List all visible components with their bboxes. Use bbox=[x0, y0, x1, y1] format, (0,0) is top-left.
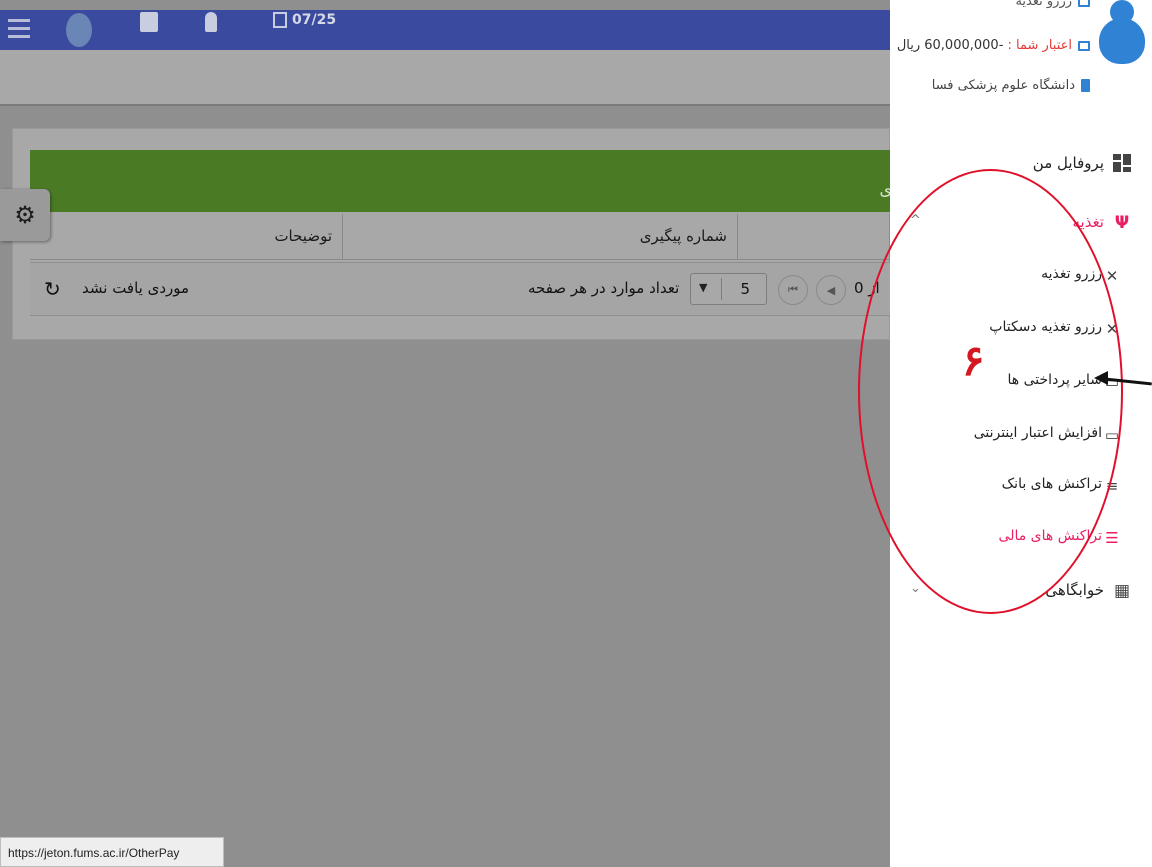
sidebar-item-online-credit[interactable]: ▭ افزایش اعتبار اینترنتی bbox=[890, 419, 1152, 451]
first-page-button[interactable]: ⏮ bbox=[778, 275, 808, 305]
table-title-bar: ی bbox=[30, 150, 890, 212]
chevron-down-icon: ▼ bbox=[699, 281, 708, 294]
chevron-down-icon: ⌄ bbox=[910, 581, 921, 596]
user-avatar-icon[interactable] bbox=[66, 13, 92, 47]
sidebar-item-other-payments[interactable]: ▭ سایر پرداختی ها bbox=[890, 366, 1152, 398]
annotation-number: ۶ bbox=[962, 336, 985, 385]
dashboard-icon bbox=[1112, 154, 1132, 174]
list-icon: ☰ bbox=[1105, 529, 1119, 547]
utensils-icon: ✕ bbox=[1105, 320, 1119, 338]
top-bar: 07/25 bbox=[0, 10, 890, 50]
id-card-icon bbox=[1078, 0, 1090, 7]
list-icon: ≡ bbox=[1105, 477, 1119, 495]
sidebar-item-food-reserve[interactable]: ✕ رزرو تغذیه bbox=[890, 260, 1152, 292]
user-university-row: دانشگاه علوم پزشکی فسا bbox=[932, 78, 1090, 93]
bell-icon[interactable] bbox=[205, 12, 217, 32]
annotation-arrow-head bbox=[1094, 371, 1108, 385]
status-url: https://jeton.fums.ac.ir/OtherPay bbox=[0, 837, 224, 867]
column-header-description[interactable]: توضیحات bbox=[30, 214, 343, 260]
user-name-row: رزرو تغذیه bbox=[1015, 0, 1090, 9]
sidebar-item-financial-transactions[interactable]: ☰ تراکنش های مالی bbox=[890, 522, 1152, 554]
previous-page-button[interactable]: ◀ bbox=[816, 275, 846, 305]
chevron-up-icon: ^ bbox=[910, 213, 921, 228]
calendar-icon[interactable] bbox=[273, 12, 287, 28]
column-header-other[interactable] bbox=[738, 214, 890, 260]
per-page-select[interactable]: ▼ 5 bbox=[690, 273, 767, 305]
chat-icon[interactable] bbox=[140, 12, 158, 32]
sidebar: رزرو تغذیه اعتبار شما : -60,000,000 ریال… bbox=[890, 0, 1152, 867]
building-icon: ▦ bbox=[1113, 581, 1131, 601]
card-icon bbox=[1078, 40, 1090, 51]
table-title: ی bbox=[879, 180, 890, 199]
user-credit-row: اعتبار شما : -60,000,000 ریال bbox=[897, 38, 1090, 53]
main-content: 07/25 ی توضیحات شماره پیگیری ↻ موردی یاف… bbox=[0, 0, 890, 867]
settings-gear-button[interactable]: ⚙ bbox=[0, 189, 50, 241]
page-count-text: از 0 bbox=[854, 279, 880, 297]
table-pager: ↻ موردی یافت نشد تعداد موارد در هر صفحه … bbox=[30, 262, 890, 316]
sub-header-bar bbox=[0, 50, 890, 106]
sidebar-item-profile[interactable]: پروفایل من bbox=[890, 148, 1152, 180]
date-display: 07/25 bbox=[292, 12, 337, 28]
sidebar-item-nutrition[interactable]: Ψ تغذیه ^ bbox=[890, 207, 1152, 239]
card-icon: ▭ bbox=[1104, 426, 1120, 444]
sidebar-item-dormitory[interactable]: ▦ خوابگاهی ⌄ bbox=[890, 575, 1152, 607]
hamburger-menu-icon[interactable] bbox=[8, 19, 30, 39]
sidebar-item-desktop-reserve[interactable]: ✕ رزرو تغذیه دسکتاپ bbox=[890, 313, 1152, 345]
empty-message: موردی یافت نشد bbox=[82, 279, 190, 297]
fork-knife-icon: Ψ bbox=[1114, 213, 1130, 233]
building-icon bbox=[1081, 79, 1090, 92]
column-header-tracking-number[interactable]: شماره پیگیری bbox=[343, 214, 738, 260]
gear-icon: ⚙ bbox=[14, 201, 36, 229]
per-page-value: 5 bbox=[740, 280, 750, 298]
profile-avatar-icon[interactable] bbox=[1097, 0, 1147, 66]
refresh-icon[interactable]: ↻ bbox=[44, 277, 61, 301]
utensils-icon: ✕ bbox=[1105, 267, 1119, 285]
per-page-label: تعداد موارد در هر صفحه bbox=[528, 279, 680, 297]
sidebar-item-bank-transactions[interactable]: ≡ تراکنش های بانک bbox=[890, 470, 1152, 502]
